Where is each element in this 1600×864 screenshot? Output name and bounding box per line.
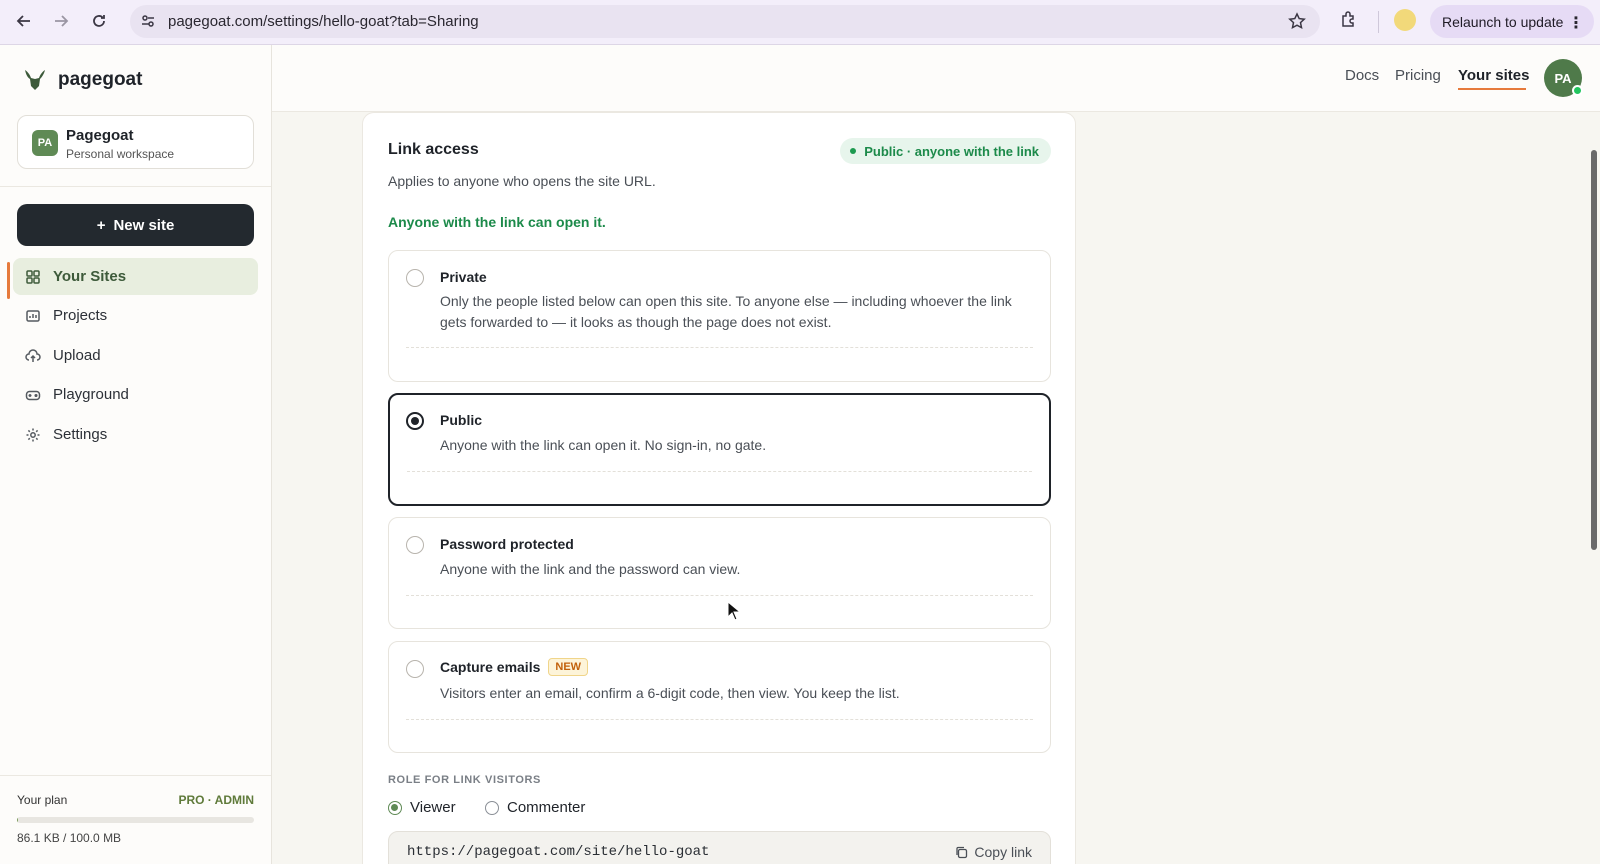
- relaunch-label: Relaunch to update: [1442, 13, 1564, 30]
- status-text: Public · anyone with the link: [864, 143, 1039, 159]
- upload-cloud-icon: [25, 348, 41, 362]
- role-option-label: Commenter: [507, 799, 586, 816]
- section-title: Link access: [388, 141, 479, 158]
- sidebar-item-settings[interactable]: Settings: [13, 416, 258, 453]
- option-description: Anyone with the link and the password ca…: [440, 561, 741, 577]
- section-subtitle: Applies to anyone who opens the site URL…: [388, 173, 656, 189]
- plan-label: Your plan: [17, 793, 68, 807]
- copy-icon: [956, 846, 968, 858]
- option-title: Public: [440, 412, 483, 428]
- role-section-label: ROLE FOR LINK VISITORS: [388, 774, 541, 786]
- access-option-private[interactable]: Private Only the people listed below can…: [388, 250, 1051, 382]
- sidebar-item-projects[interactable]: Projects: [13, 297, 258, 334]
- option-title: Password protected: [440, 536, 574, 552]
- gear-icon: [26, 428, 40, 441]
- status-dot: [850, 148, 857, 154]
- share-link-url[interactable]: https://pagegoat.com/site/hello-goat: [407, 844, 709, 860]
- storage-usage: 86.1 KB / 100.0 MB: [17, 831, 122, 845]
- radio-viewer[interactable]: [388, 800, 402, 815]
- sidebar-item-your-sites[interactable]: Your Sites: [13, 258, 258, 295]
- sidebar-divider: [0, 186, 271, 187]
- profile-extension-icon[interactable]: [1394, 9, 1416, 31]
- goat-logo-icon: [22, 67, 48, 93]
- bookmark-star-icon[interactable]: [1288, 12, 1306, 30]
- new-badge: NEW: [548, 658, 589, 676]
- workspace-subtitle: Personal workspace: [66, 147, 175, 161]
- reload-icon[interactable]: [88, 10, 110, 32]
- option-divider: [406, 595, 1033, 596]
- brand[interactable]: pagegoat: [22, 67, 142, 93]
- option-description: Anyone with the link can open it. No sig…: [440, 437, 767, 453]
- sidebar-item-label: Your Sites: [53, 268, 127, 285]
- storage-progress-fill: [17, 817, 19, 823]
- online-status-dot: [1572, 85, 1583, 96]
- radio-public[interactable]: [406, 412, 424, 430]
- option-description: Only the people listed below can open th…: [440, 293, 1012, 330]
- link-access-card: Link access Public · anyone with the lin…: [362, 112, 1076, 864]
- relaunch-button[interactable]: Relaunch to update ⋮: [1430, 5, 1594, 38]
- nav-link-docs[interactable]: Docs: [1345, 67, 1379, 84]
- option-divider: [406, 719, 1033, 720]
- radio-capture-emails[interactable]: [406, 660, 424, 678]
- option-divider: [407, 471, 1032, 472]
- radio-password[interactable]: [406, 536, 424, 554]
- plan-tier-badge: PRO · ADMIN: [178, 793, 254, 807]
- workspace-switcher[interactable]: PA Pagegoat Personal workspace: [17, 115, 254, 169]
- sidebar-item-label: Upload: [53, 347, 101, 364]
- mouse-cursor-icon: [727, 601, 741, 621]
- copy-link-label: Copy link: [974, 844, 1032, 860]
- access-option-password[interactable]: Password protected Anyone with the link …: [388, 517, 1051, 629]
- role-option-commenter[interactable]: Commenter: [485, 799, 585, 816]
- toolbar-divider: [1378, 11, 1379, 33]
- nav-link-pricing[interactable]: Pricing: [1395, 67, 1441, 84]
- access-summary: Anyone with the link can open it.: [388, 214, 606, 230]
- gamepad-icon: [25, 390, 41, 400]
- radio-private[interactable]: [406, 269, 424, 287]
- top-header: Docs Pricing Your sites PA: [272, 45, 1600, 112]
- plus-icon: +: [96, 216, 106, 234]
- page-scrollbar[interactable]: [1591, 150, 1597, 550]
- new-site-button[interactable]: + New site: [17, 204, 254, 246]
- option-title: Capture emails NEW: [440, 658, 589, 676]
- sidebar-item-upload[interactable]: Upload: [13, 337, 258, 374]
- workspace-avatar: PA: [32, 130, 58, 156]
- sidebar-item-label: Settings: [53, 426, 108, 443]
- grid-icon: [26, 269, 40, 284]
- sidebar-item-label: Playground: [53, 386, 129, 403]
- browser-menu-icon[interactable]: ⋮: [1568, 13, 1584, 33]
- role-option-viewer[interactable]: Viewer: [388, 799, 456, 816]
- option-title-text: Capture emails: [440, 659, 541, 675]
- role-option-label: Viewer: [410, 799, 456, 816]
- brand-name: pagegoat: [58, 69, 143, 90]
- sidebar-item-playground[interactable]: Playground: [13, 376, 258, 413]
- address-bar[interactable]: pagegoat.com/settings/hello-goat?tab=Sha…: [130, 5, 1320, 38]
- browser-toolbar: pagegoat.com/settings/hello-goat?tab=Sha…: [0, 0, 1600, 45]
- option-title: Private: [440, 269, 487, 285]
- option-description: Visitors enter an email, confirm a 6-dig…: [440, 685, 900, 701]
- active-indicator: [7, 262, 10, 299]
- copy-link-button[interactable]: Copy link: [955, 844, 1032, 860]
- plan-divider: [0, 775, 271, 776]
- chart-icon: [26, 309, 40, 322]
- active-nav-underline: [1458, 88, 1526, 90]
- url-text[interactable]: pagegoat.com/settings/hello-goat?tab=Sha…: [168, 13, 479, 30]
- workspace-name: Pagegoat: [66, 127, 134, 144]
- back-arrow-icon[interactable]: [13, 10, 35, 32]
- access-option-capture-emails[interactable]: Capture emails NEW Visitors enter an ema…: [388, 641, 1051, 753]
- share-link-field[interactable]: https://pagegoat.com/site/hello-goat Cop…: [388, 831, 1051, 864]
- radio-commenter[interactable]: [485, 800, 499, 815]
- option-divider: [406, 347, 1033, 348]
- new-site-label: New site: [113, 216, 175, 234]
- storage-progress-bar: [17, 817, 254, 823]
- status-badge: Public · anyone with the link: [840, 138, 1051, 164]
- nav-link-your-sites[interactable]: Your sites: [1458, 67, 1529, 84]
- sidebar: pagegoat PA Pagegoat Personal workspace …: [0, 45, 272, 864]
- access-option-public[interactable]: Public Anyone with the link can open it.…: [388, 393, 1051, 506]
- extensions-icon[interactable]: [1340, 10, 1358, 28]
- sidebar-item-label: Projects: [53, 307, 108, 324]
- forward-arrow-icon[interactable]: [50, 10, 72, 32]
- site-settings-icon[interactable]: [140, 13, 156, 29]
